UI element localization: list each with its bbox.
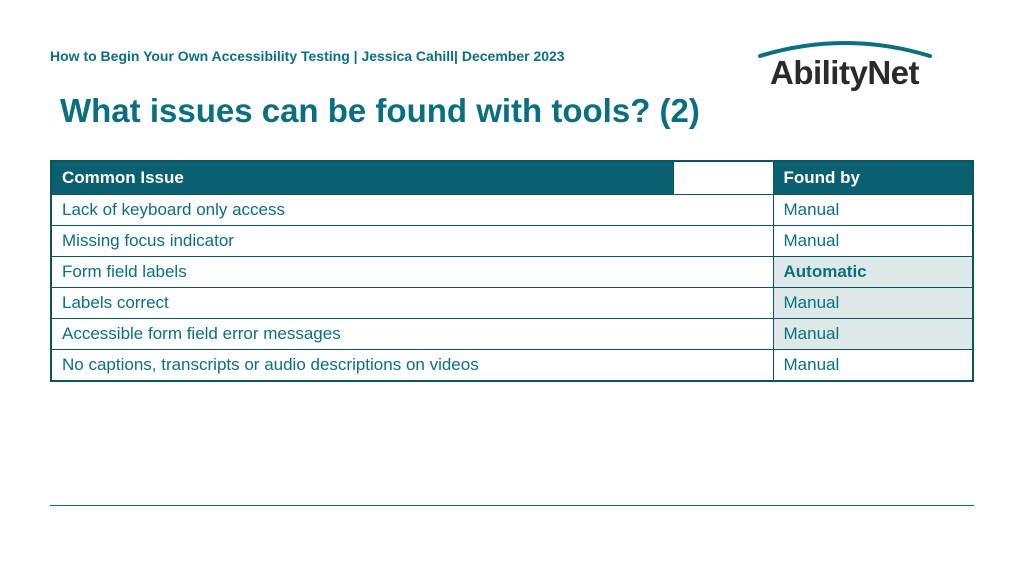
cell-spacer xyxy=(673,195,773,226)
logo-text: AbilityNet xyxy=(737,56,952,89)
cell-spacer xyxy=(673,226,773,257)
table-header-spacer xyxy=(673,161,773,195)
cell-spacer xyxy=(673,257,773,288)
cell-issue: Accessible form field error messages xyxy=(51,319,673,350)
table-row: Form field labels Automatic xyxy=(51,257,973,288)
cell-found-by: Manual xyxy=(773,288,973,319)
cell-found-by: Automatic xyxy=(773,257,973,288)
table-header-found-by: Found by xyxy=(773,161,973,195)
cell-found-by: Manual xyxy=(773,226,973,257)
table-header-issue: Common Issue xyxy=(51,161,673,195)
issues-table: Common Issue Found by Lack of keyboard o… xyxy=(50,160,974,382)
table-row: Accessible form field error messages Manu… xyxy=(51,319,973,350)
table-row: Labels correct Manual xyxy=(51,288,973,319)
brand-logo: AbilityNet xyxy=(737,38,952,89)
cell-spacer xyxy=(673,319,773,350)
table-row: No captions, transcripts or audio descri… xyxy=(51,350,973,382)
cell-issue: Labels correct xyxy=(51,288,673,319)
cell-issue: Lack of keyboard only access xyxy=(51,195,673,226)
cell-spacer xyxy=(673,288,773,319)
cell-issue: No captions, transcripts or audio descri… xyxy=(51,350,673,382)
cell-issue: Missing focus indicator xyxy=(51,226,673,257)
cell-found-by: Manual xyxy=(773,319,973,350)
page-title: What issues can be found with tools? (2) xyxy=(60,92,974,130)
cell-found-by: Manual xyxy=(773,195,973,226)
footer-divider xyxy=(50,505,974,506)
table-row: Missing focus indicator Manual xyxy=(51,226,973,257)
cell-issue: Form field labels xyxy=(51,257,673,288)
table-row: Lack of keyboard only access Manual xyxy=(51,195,973,226)
cell-spacer xyxy=(673,350,773,382)
cell-found-by: Manual xyxy=(773,350,973,382)
